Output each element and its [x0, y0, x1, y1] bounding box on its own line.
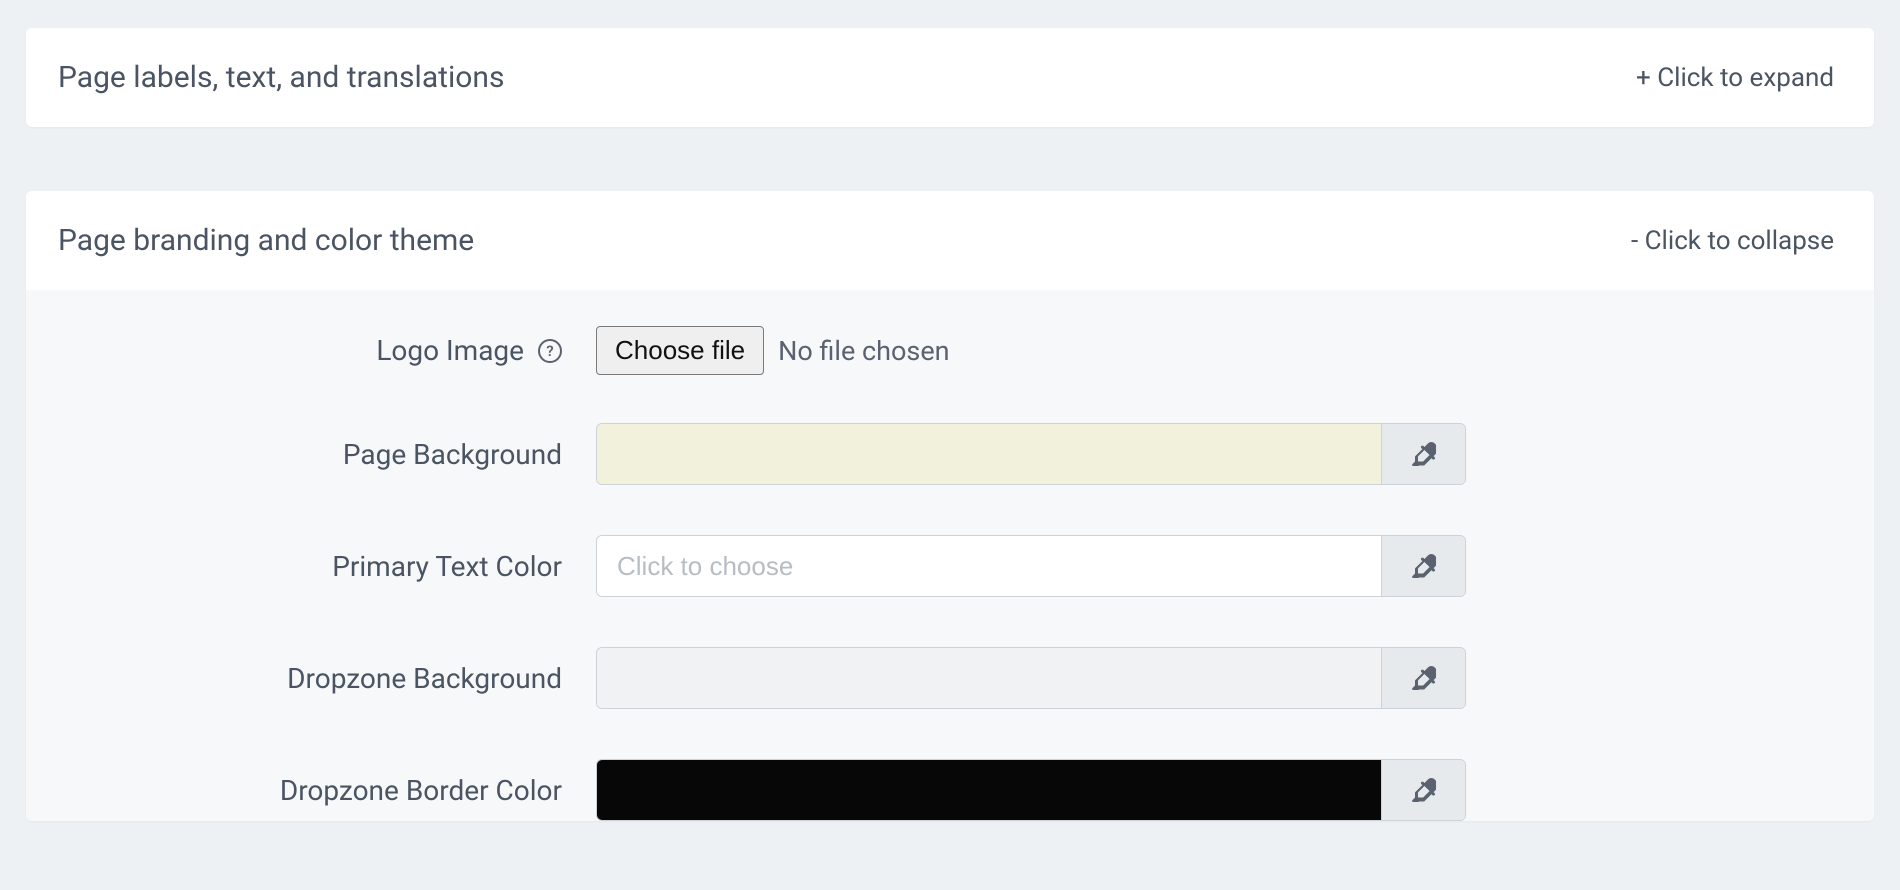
row-logo-image: Logo Image ? Choose file No file chosen [66, 326, 1834, 375]
color-group-dropzone-border [596, 759, 1466, 821]
eyedropper-icon [1412, 778, 1436, 802]
color-group-page-background [596, 423, 1466, 485]
control-dropzone-background [596, 647, 1466, 709]
label-dropzone-background: Dropzone Background [287, 662, 562, 695]
color-group-dropzone-bg [596, 647, 1466, 709]
help-icon[interactable]: ? [538, 339, 562, 363]
input-page-background[interactable] [617, 424, 1361, 484]
panel-branding-body: Logo Image ? Choose file No file chosen … [26, 290, 1874, 821]
picker-button-primary-text[interactable] [1381, 536, 1465, 596]
label-page-background: Page Background [343, 438, 562, 471]
label-dropzone-border-color: Dropzone Border Color [280, 774, 562, 807]
label-col-dropzone-border: Dropzone Border Color [66, 774, 596, 807]
swatch-primary-text[interactable] [597, 536, 1381, 596]
picker-button-dropzone-bg[interactable] [1381, 648, 1465, 708]
eyedropper-icon [1412, 442, 1436, 466]
input-dropzone-background[interactable] [617, 648, 1361, 708]
eyedropper-icon [1412, 554, 1436, 578]
swatch-page-background[interactable] [597, 424, 1381, 484]
control-logo-image: Choose file No file chosen [596, 326, 1466, 375]
label-col-dropzone-bg: Dropzone Background [66, 662, 596, 695]
panel-page-labels: Page labels, text, and translations + Cl… [26, 28, 1874, 127]
panel-branding-toggle[interactable]: - Click to collapse [1631, 226, 1834, 256]
panel-page-labels-toggle[interactable]: + Click to expand [1636, 63, 1834, 93]
panel-page-labels-title: Page labels, text, and translations [58, 60, 504, 95]
picker-button-page-background[interactable] [1381, 424, 1465, 484]
label-logo-image: Logo Image [376, 334, 524, 367]
panel-branding: Page branding and color theme - Click to… [26, 191, 1874, 821]
color-group-primary-text [596, 535, 1466, 597]
control-dropzone-border [596, 759, 1466, 821]
swatch-dropzone-background[interactable] [597, 648, 1381, 708]
label-primary-text-color: Primary Text Color [332, 550, 562, 583]
label-col-primary-text: Primary Text Color [66, 550, 596, 583]
row-dropzone-border: Dropzone Border Color [66, 759, 1834, 821]
swatch-dropzone-border[interactable] [597, 760, 1381, 820]
panel-page-labels-header[interactable]: Page labels, text, and translations + Cl… [26, 28, 1874, 127]
input-primary-text-color[interactable] [617, 536, 1361, 596]
panel-branding-title: Page branding and color theme [58, 223, 474, 258]
picker-button-dropzone-border[interactable] [1381, 760, 1465, 820]
label-col-logo: Logo Image ? [66, 334, 596, 367]
choose-file-button[interactable]: Choose file [596, 326, 764, 375]
input-dropzone-border-color[interactable] [617, 760, 1361, 820]
row-dropzone-background: Dropzone Background [66, 647, 1834, 709]
file-chosen-status: No file chosen [778, 335, 949, 367]
row-page-background: Page Background [66, 423, 1834, 485]
row-primary-text-color: Primary Text Color [66, 535, 1834, 597]
eyedropper-icon [1412, 666, 1436, 690]
control-page-background [596, 423, 1466, 485]
label-col-page-background: Page Background [66, 438, 596, 471]
panel-branding-header[interactable]: Page branding and color theme - Click to… [26, 191, 1874, 290]
control-primary-text-color [596, 535, 1466, 597]
